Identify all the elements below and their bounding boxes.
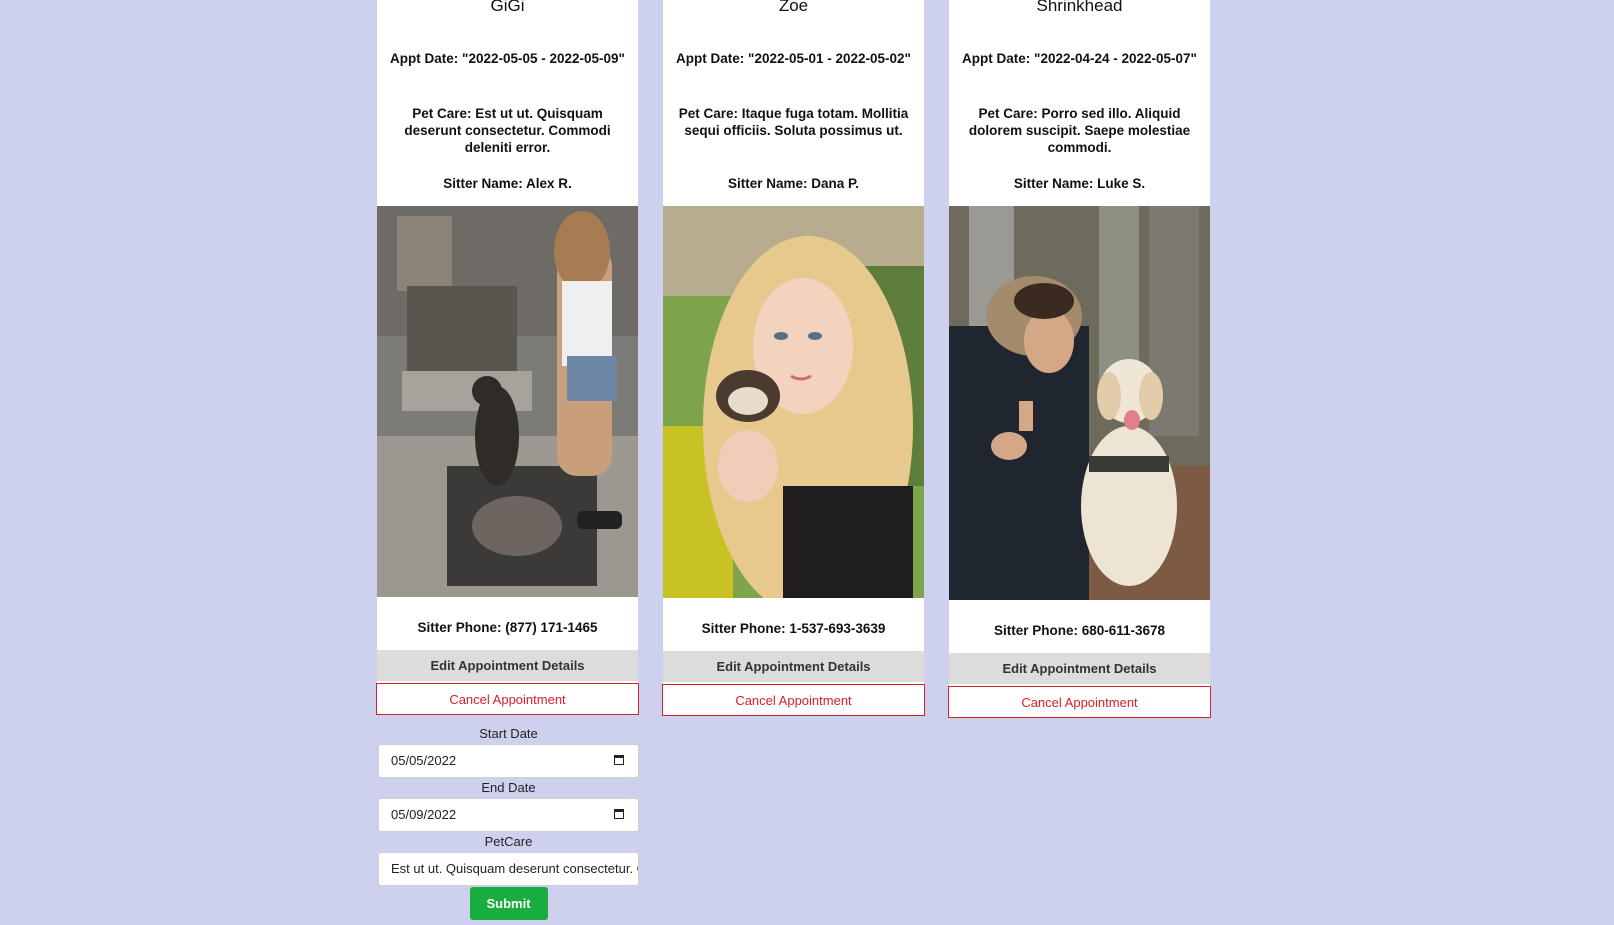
edit-appointment-button[interactable]: Edit Appointment Details — [377, 650, 638, 681]
cancel-appointment-button[interactable]: Cancel Appointment — [948, 686, 1211, 718]
calendar-icon[interactable] — [614, 809, 624, 819]
sitter-photo — [377, 206, 638, 597]
sitter-name: Sitter Name: Dana P. — [727, 176, 860, 191]
sitter-phone: Sitter Phone: 1-537-693-3639 — [701, 621, 886, 636]
sitter-photo-man-with-dog-icon — [949, 206, 1210, 600]
submit-button[interactable]: Submit — [469, 887, 548, 920]
edit-appointment-button[interactable]: Edit Appointment Details — [663, 651, 924, 682]
sitter-photo — [949, 206, 1210, 600]
cancel-appointment-button[interactable]: Cancel Appointment — [662, 684, 925, 716]
appt-date: Appt Date: "2022-04-24 - 2022-05-07" — [962, 51, 1197, 66]
appt-date: Appt Date: "2022-05-01 - 2022-05-02" — [676, 51, 911, 66]
appointment-card-zoe: Zoe Appt Date: "2022-05-01 - 2022-05-02"… — [662, 0, 925, 716]
edit-appointment-button[interactable]: Edit Appointment Details — [949, 653, 1210, 684]
edit-appointment-form: Start Date 05/05/2022 End Date 05/09/202… — [377, 726, 640, 920]
end-date-input[interactable]: 05/09/2022 — [378, 798, 639, 832]
start-date-value: 05/05/2022 — [391, 753, 457, 768]
end-date-value: 05/09/2022 — [391, 807, 457, 822]
sitter-phone: Sitter Phone: 680-611-3678 — [993, 623, 1166, 638]
petcare-label: PetCare — [484, 834, 533, 849]
pet-name: Shrinkhead — [1036, 0, 1123, 15]
sitter-name: Sitter Name: Alex R. — [443, 176, 572, 191]
pet-care: Pet Care: Itaque fuga totam. Mollitia se… — [678, 106, 909, 138]
cancel-appointment-button[interactable]: Cancel Appointment — [376, 683, 639, 715]
pet-care: Pet Care: Porro sed illo. Aliquid dolore… — [968, 106, 1191, 155]
sitter-photo-woman-with-ferret-icon — [663, 206, 924, 598]
sitter-photo — [663, 206, 924, 598]
sitter-phone: Sitter Phone: (877) 171-1465 — [417, 620, 598, 635]
pet-name: Zoe — [778, 0, 809, 15]
sitter-name: Sitter Name: Luke S. — [1013, 176, 1146, 191]
petcare-input[interactable]: Est ut ut. Quisquam deserunt consectetur… — [378, 852, 639, 886]
start-date-label: Start Date — [479, 726, 538, 741]
end-date-label: End Date — [481, 780, 536, 795]
appt-date: Appt Date: "2022-05-05 - 2022-05-09" — [390, 51, 625, 66]
start-date-input[interactable]: 05/05/2022 — [378, 744, 639, 778]
petcare-value: Est ut ut. Quisquam deserunt consectetur… — [391, 861, 638, 876]
sitter-photo-woman-with-dog-icon — [377, 206, 638, 597]
appointment-card-shrinkhead: Shrinkhead Appt Date: "2022-04-24 - 2022… — [948, 0, 1211, 718]
appointment-card-gigi: GiGi Appt Date: "2022-05-05 - 2022-05-09… — [376, 0, 639, 715]
calendar-icon[interactable] — [614, 755, 624, 765]
pet-name: GiGi — [490, 0, 525, 15]
pet-care: Pet Care: Est ut ut. Quisquam deserunt c… — [404, 106, 611, 155]
